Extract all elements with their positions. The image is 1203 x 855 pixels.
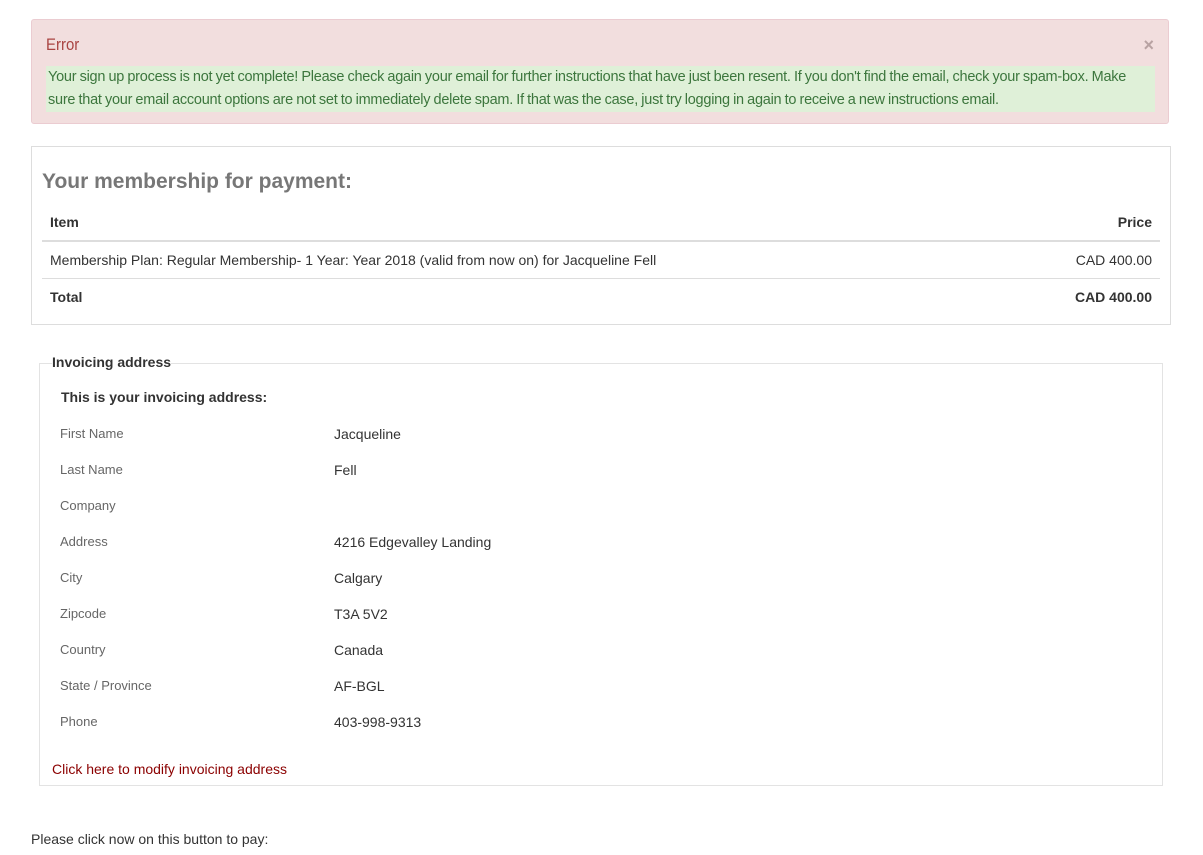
invoicing-subtitle: This is your invoicing address: [61,389,268,405]
field-row-phone: Phone 403-998-9313 [60,714,860,734]
alert-title: Error [46,35,80,54]
field-row-company: Company [60,498,860,518]
table-row: Membership Plan: Regular Membership- 1 Y… [42,241,1160,279]
field-row-zipcode: Zipcode T3A 5V2 [60,606,860,626]
field-row-city: City Calgary [60,570,860,590]
total-row: Total CAD 400.00 [42,279,1160,316]
membership-panel: Your membership for payment: Item Price … [31,146,1171,325]
field-value: T3A 5V2 [334,606,388,622]
membership-table: Item Price Membership Plan: Regular Memb… [42,204,1160,315]
field-row-address: Address 4216 Edgevalley Landing [60,534,860,554]
field-label: Zipcode [60,606,107,621]
item-cell: Membership Plan: Regular Membership- 1 Y… [42,241,1015,279]
column-header-item: Item [42,204,1015,242]
field-value: Fell [334,462,357,478]
field-row-state-province: State / Province AF-BGL [60,678,860,698]
page: Error × Your sign up process is not yet … [0,0,1203,855]
invoicing-legend: Invoicing address [52,354,172,370]
field-value: 4216 Edgevalley Landing [334,534,492,550]
field-row-first-name: First Name Jacqueline [60,426,860,446]
membership-title: Your membership for payment: [42,170,352,193]
field-label: Country [60,642,106,657]
field-row-country: Country Canada [60,642,860,662]
field-value: Calgary [334,570,383,586]
field-label: State / Province [60,678,152,693]
field-label: Phone [60,714,98,729]
field-value: 403-998-9313 [334,714,422,730]
field-row-last-name: Last Name Fell [60,462,860,482]
field-label: Company [60,498,116,513]
total-label: Total [50,289,83,305]
alert-message: Your sign up process is not yet complete… [46,66,1155,112]
field-value: Jacqueline [334,426,401,442]
field-label: Address [60,534,108,549]
price-cell: CAD 400.00 [1014,241,1160,279]
field-label: Last Name [60,462,123,477]
pay-instruction-text: Please click now on this button to pay: [31,831,269,847]
close-icon[interactable]: × [1143,36,1154,54]
field-label: City [60,570,83,585]
field-value: Canada [334,642,384,658]
modify-invoicing-address-link[interactable]: Click here to modify invoicing address [52,761,287,777]
field-value: AF-BGL [334,678,385,694]
error-alert: Error × Your sign up process is not yet … [31,19,1169,124]
table-header-row: Item Price [42,204,1160,242]
column-header-price: Price [1014,204,1160,242]
field-label: First Name [60,426,124,441]
total-price: CAD 400.00 [1074,289,1152,305]
